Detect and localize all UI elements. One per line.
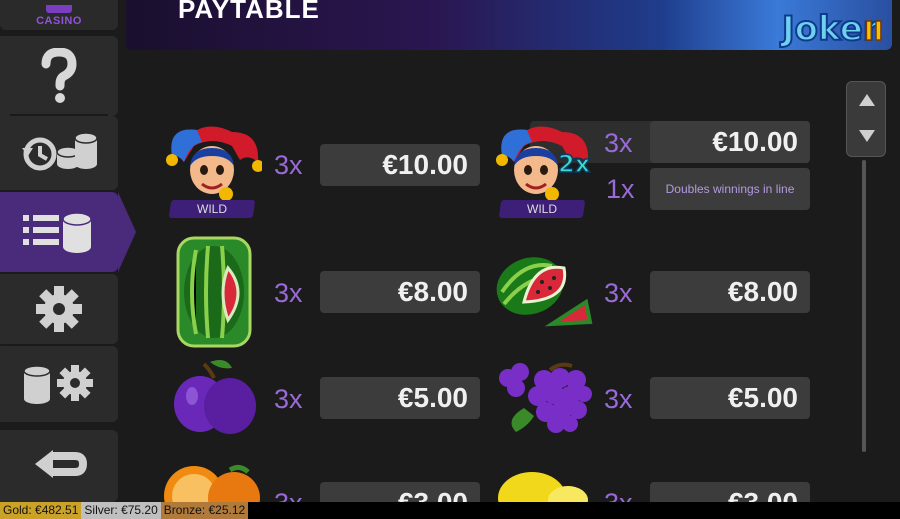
casino-mark-icon — [46, 5, 72, 13]
casino-logo[interactable]: CASINO — [0, 0, 118, 30]
scroll-down-icon[interactable] — [859, 130, 875, 142]
orange-icon — [164, 464, 260, 502]
payout-value: €8.00 — [320, 271, 480, 313]
multiplier: 3x — [274, 278, 303, 308]
lemon-icon — [498, 472, 588, 502]
question-icon — [41, 48, 77, 103]
jester-wild-icon — [166, 126, 262, 201]
gear-icon — [36, 286, 82, 332]
payout-value: €8.00 — [650, 271, 810, 313]
history-button[interactable] — [0, 116, 118, 190]
settings-button[interactable] — [0, 274, 118, 344]
double-badge: 2x — [558, 150, 591, 178]
scroll-up-icon[interactable] — [859, 94, 875, 106]
multiplier: 3x — [604, 384, 633, 414]
wild-note: Doubles winnings in line — [650, 168, 810, 210]
wild-label: WILD — [168, 200, 256, 218]
bronze-balance: Bronze: €25.12 — [160, 502, 249, 519]
logo-suffix: II — [864, 17, 883, 47]
multiplier: 3x — [604, 128, 633, 158]
sidebar: CASINO — [0, 0, 136, 502]
payout-value: €5.00 — [650, 377, 810, 419]
coins-gear-icon — [23, 365, 93, 404]
wild-label: WILD — [498, 200, 586, 218]
gold-balance: Gold: €482.51 — [0, 502, 82, 519]
grapes-icon — [499, 362, 592, 433]
scroll-control[interactable] — [846, 81, 886, 157]
payout-value: €10.00 — [650, 121, 810, 163]
back-button[interactable] — [0, 430, 118, 502]
casino-label: CASINO — [36, 15, 82, 27]
bet-settings-button[interactable] — [0, 346, 118, 422]
multiplier: 3x — [604, 278, 633, 308]
list-coins-icon — [23, 212, 92, 253]
page-title: PAYTABLE — [178, 0, 320, 24]
silver-balance: Silver: €75.20 — [81, 502, 161, 519]
balance-bar: Gold: €482.51 Silver: €75.20 Bronze: €25… — [0, 502, 900, 519]
watermelon-icon — [496, 257, 593, 327]
history-coins-icon — [22, 132, 98, 171]
help-button[interactable] — [0, 36, 118, 116]
multiplier: 3x — [274, 384, 303, 414]
multiplier: 3x — [274, 150, 303, 180]
game-logo: Joker II — [776, 0, 892, 50]
paytable-button[interactable] — [0, 192, 136, 272]
watermelon-framed-icon — [176, 236, 252, 348]
scrollbar-track[interactable] — [862, 160, 866, 452]
payout-value: €10.00 — [320, 144, 480, 186]
plum-icon — [174, 360, 256, 434]
payout-value: €5.00 — [320, 377, 480, 419]
jester-2x-wild-icon: 2x — [496, 126, 591, 201]
multiplier-wild: 1x — [606, 174, 635, 204]
back-arrow-icon — [35, 450, 87, 478]
header: PAYTABLE Joker II — [126, 0, 892, 50]
